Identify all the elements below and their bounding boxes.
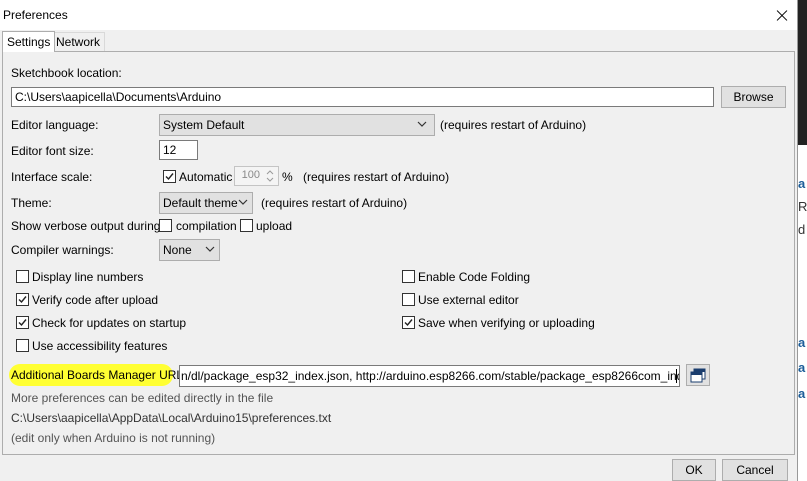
ok-button[interactable]: OK [672, 459, 716, 481]
compiler-warnings-value: None [163, 243, 192, 257]
background-text: a [798, 386, 806, 401]
preferences-dialog: Preferences Settings Network Sketchbook … [0, 0, 798, 481]
edit-urls-button[interactable] [686, 364, 710, 386]
editor-language-value: System Default [163, 118, 245, 132]
display-line-numbers-checkbox[interactable] [16, 270, 29, 283]
tab-settings[interactable]: Settings [2, 31, 56, 52]
interface-scale-label: Interface scale: [11, 170, 93, 184]
background-window-dark [797, 0, 807, 145]
boards-manager-urls-value: n/dl/package_esp32_index.json, http://ar… [181, 369, 680, 383]
check-updates-label: Check for updates on startup [32, 316, 187, 330]
background-window [797, 145, 807, 481]
code-folding-checkbox[interactable] [402, 270, 415, 283]
preferences-file-path: C:\Users\aapicella\AppData\Local\Arduino… [11, 411, 332, 425]
checkmark-icon [18, 296, 27, 304]
background-text: a [798, 176, 806, 191]
background-text: R [798, 199, 807, 214]
compiler-warnings-label: Compiler warnings: [11, 243, 114, 257]
interface-scale-spinner[interactable]: 100 [234, 166, 279, 186]
tab-network[interactable]: Network [51, 32, 106, 51]
tab-bar: Settings Network [0, 31, 797, 52]
automatic-scale-checkbox[interactable] [163, 170, 176, 183]
editor-language-label: Editor language: [11, 118, 99, 132]
verbose-upload-checkbox[interactable] [240, 219, 253, 232]
background-text: a [798, 360, 806, 375]
external-editor-label: Use external editor [418, 293, 519, 307]
display-line-numbers-label: Display line numbers [32, 270, 144, 284]
verbose-compilation-label: compilation [176, 219, 237, 233]
settings-panel: Sketchbook location: C:\Users\aapicella\… [2, 51, 795, 455]
chevron-down-icon [205, 246, 215, 252]
title-bar: Preferences [0, 0, 797, 30]
browse-button[interactable]: Browse [721, 86, 786, 108]
sketchbook-label: Sketchbook location: [11, 66, 122, 80]
background-text: a [798, 335, 806, 350]
spinner-arrows-icon[interactable] [263, 168, 277, 184]
theme-select[interactable]: Default theme [159, 192, 253, 214]
close-icon[interactable] [767, 0, 797, 30]
editor-language-select[interactable]: System Default [159, 114, 435, 136]
editor-font-size-input[interactable]: 12 [159, 140, 198, 160]
editor-language-note: (requires restart of Arduino) [440, 118, 587, 132]
verbose-upload-label: upload [256, 219, 293, 233]
verbose-compilation-checkbox[interactable] [159, 219, 172, 232]
checkmark-icon [404, 319, 413, 327]
compiler-warnings-select[interactable]: None [159, 239, 220, 261]
verify-after-upload-checkbox[interactable] [16, 293, 29, 306]
more-preferences-note: More preferences can be edited directly … [11, 391, 274, 405]
edit-only-note: (edit only when Arduino is not running) [11, 431, 216, 445]
theme-label: Theme: [11, 196, 52, 210]
verbose-label: Show verbose output during: [11, 219, 164, 233]
save-when-verifying-checkbox[interactable] [402, 316, 415, 329]
external-editor-checkbox[interactable] [402, 293, 415, 306]
code-folding-label: Enable Code Folding [418, 270, 531, 284]
theme-value: Default theme [163, 196, 238, 210]
theme-note: (requires restart of Arduino) [261, 196, 408, 210]
editor-font-size-label: Editor font size: [11, 144, 94, 158]
interface-scale-value: 100 [241, 169, 260, 181]
checkmark-icon [18, 319, 27, 327]
accessibility-label: Use accessibility features [32, 339, 168, 353]
accessibility-checkbox[interactable] [16, 339, 29, 352]
cancel-button[interactable]: Cancel [722, 459, 788, 481]
checkmark-icon [165, 173, 174, 181]
sketchbook-location-input[interactable]: C:\Users\aapicella\Documents\Arduino [11, 87, 714, 107]
interface-scale-note: (requires restart of Arduino) [303, 170, 450, 184]
window-icon [690, 368, 706, 383]
save-when-verifying-label: Save when verifying or uploading [418, 316, 595, 330]
boards-manager-urls-input[interactable]: n/dl/package_esp32_index.json, http://ar… [179, 365, 680, 387]
window-title: Preferences [3, 8, 68, 22]
text-caret [676, 369, 677, 383]
background-text: d [798, 222, 806, 237]
interface-scale-unit: % [282, 170, 293, 184]
chevron-down-icon [238, 199, 248, 205]
check-updates-checkbox[interactable] [16, 316, 29, 329]
chevron-down-icon [417, 121, 427, 127]
verify-after-upload-label: Verify code after upload [32, 293, 159, 307]
boards-manager-label: Additional Boards Manager URLs: [11, 368, 193, 382]
automatic-scale-label: Automatic [179, 170, 233, 184]
